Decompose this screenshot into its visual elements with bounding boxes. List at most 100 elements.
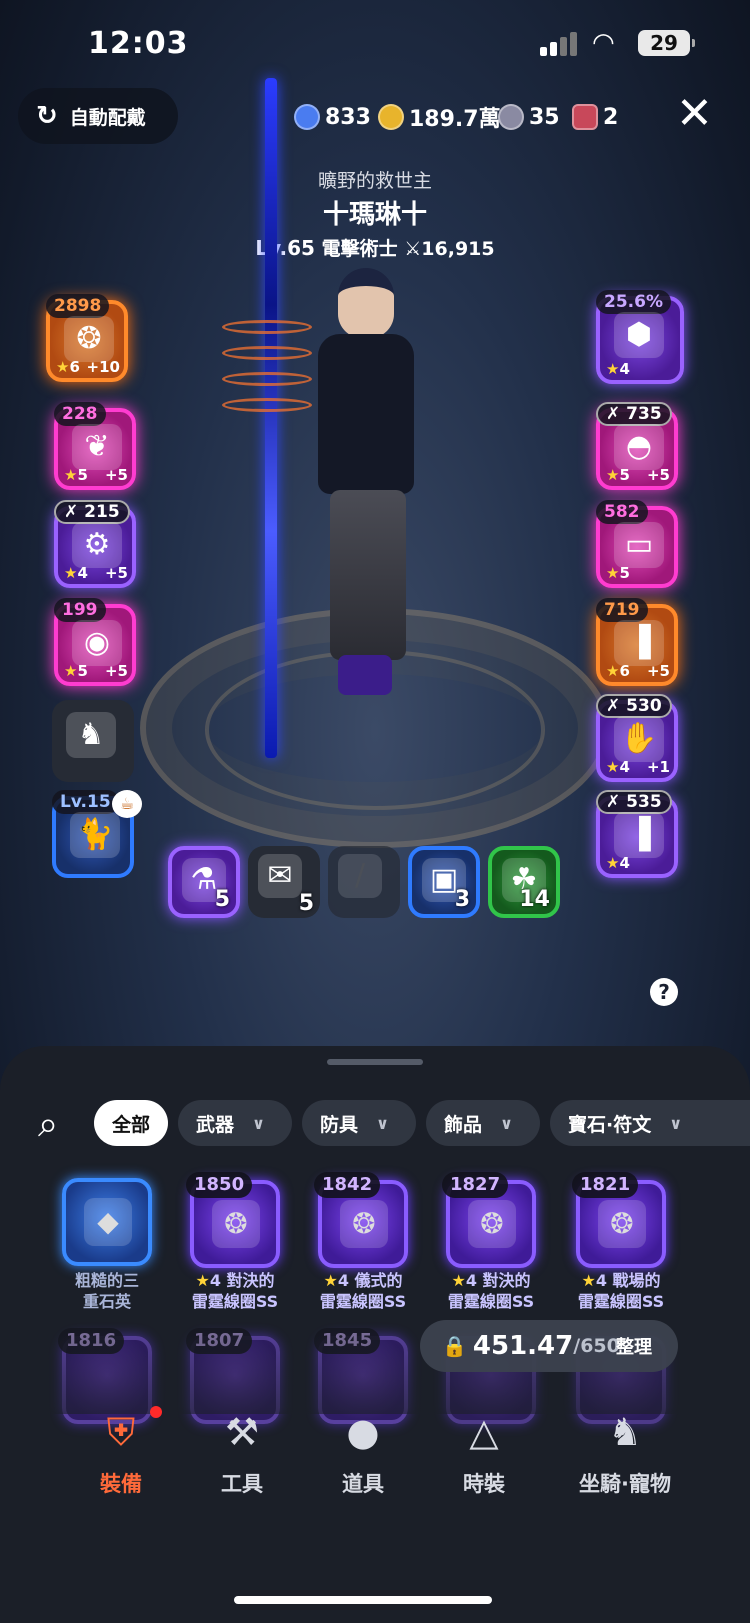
filter-chip-all[interactable]: 全部 xyxy=(94,1100,168,1146)
lightning-staff xyxy=(265,78,277,758)
staff-ring xyxy=(222,372,312,386)
item-count: 3 xyxy=(454,887,470,912)
wifi-icon: ◠ xyxy=(592,28,615,58)
helmet-icon: ◓ xyxy=(614,424,664,470)
staff-ring xyxy=(222,398,312,412)
character-name: 十瑪琳十 xyxy=(322,200,427,230)
inventory-item[interactable]: 1821 ❂ xyxy=(572,1172,666,1268)
item-count: 14 xyxy=(519,887,550,912)
item-name: ★4 對決的 雷霆線圈SS xyxy=(191,1271,279,1311)
boots-icon: ▐ xyxy=(614,812,664,858)
auto-equip-label: 自動配戴 xyxy=(69,106,146,129)
horse-icon: ♞ xyxy=(66,712,116,758)
equip-slot-cube[interactable]: 25.6% ⬢ ★4 xyxy=(596,290,684,384)
nav-tab-items[interactable]: ● 道具 xyxy=(298,1410,428,1498)
item-power-badge: 1821 xyxy=(572,1172,639,1198)
enhance-level: +5 xyxy=(646,466,670,484)
slot-badge: 582 xyxy=(596,500,648,524)
nav-tab-fashion[interactable]: △ 時裝 xyxy=(419,1410,549,1498)
character-shoes xyxy=(338,655,392,695)
slot-badge: ✗ 530 xyxy=(596,694,672,718)
equip-slot-gloves[interactable]: ✗ 530 ✋ ★4 +1 xyxy=(596,694,678,782)
filter-chip-accessory[interactable]: 飾品 ∨ xyxy=(426,1100,540,1146)
item-name: ★4 對決的 雷霆線圈SS xyxy=(447,1271,535,1311)
quick-slot-potion[interactable]: ⚗ 5 xyxy=(168,846,240,918)
equip-slot-weapon[interactable]: 2898 ❂ ★6 +10 xyxy=(46,294,128,382)
inventory-item[interactable]: 1850 ❂ xyxy=(186,1172,280,1268)
currency-mask: 2 xyxy=(572,98,618,136)
slot-badge: ✗ 535 xyxy=(596,790,672,814)
claw-weapon-icon: ❂ xyxy=(340,1200,388,1248)
filter-chip-weapon[interactable]: 武器 ∨ xyxy=(178,1100,292,1146)
chevron-down-icon: ∨ xyxy=(376,1113,390,1133)
refresh-icon: ↻ xyxy=(36,101,58,131)
equip-slot-top[interactable]: 582 ▭ ★5 xyxy=(596,500,678,588)
demon-mask-icon xyxy=(572,104,598,130)
sort-button[interactable]: 整理 xyxy=(616,1333,652,1359)
enhance-level: +5 xyxy=(104,564,128,582)
character-body[interactable] xyxy=(318,334,414,494)
inventory-item[interactable]: 1842 ❂ xyxy=(314,1172,408,1268)
quick-slot-scroll[interactable]: ✉ 5 xyxy=(248,846,320,918)
bag-icon: ● xyxy=(346,1410,380,1454)
empty-slot-icon: ∕ xyxy=(338,854,382,898)
item-name: ★4 儀式的 雷霆線圈SS xyxy=(319,1271,407,1311)
gold-coin-icon xyxy=(378,104,404,130)
slot-badge: 199 xyxy=(54,598,106,622)
nav-tab-equipment[interactable]: ⛨ 裝備 xyxy=(56,1410,186,1498)
crystal-gem-icon: ◆ xyxy=(84,1198,132,1246)
cell-signal-icon xyxy=(540,32,580,56)
inventory-weight-pill: 🔒 451.47 /650 整理 xyxy=(420,1320,678,1372)
item-power-badge: 1842 xyxy=(314,1172,381,1198)
claw-weapon-icon: ❂ xyxy=(212,1200,260,1248)
slot-badge: ✗ 215 xyxy=(54,500,130,524)
cube-icon: ⬢ xyxy=(614,312,664,358)
currency-blue-gem: 833 xyxy=(294,98,371,136)
gloves-icon: ✋ xyxy=(614,716,664,762)
pet-level-badge: Lv.15 xyxy=(52,790,119,814)
equip-slot-boots[interactable]: ✗ 535 ▐ ★4 xyxy=(596,790,678,878)
scroll-icon: ✉ xyxy=(258,854,302,898)
inventory-item[interactable]: 1827 ❂ xyxy=(442,1172,536,1268)
character-info: Lv.65 電擊術士 ⚔16,915 xyxy=(0,234,750,261)
filter-chip-gem-rune[interactable]: 寶石·符文 ∨ xyxy=(550,1100,750,1146)
horse-head-icon: ♞ xyxy=(607,1410,643,1454)
claw-weapon-icon: ❂ xyxy=(598,1200,646,1248)
ring-icon: ◉ xyxy=(72,620,122,666)
armor-top-icon: ▭ xyxy=(614,522,664,568)
quick-slot-food[interactable]: ☘ 14 xyxy=(488,846,560,918)
equip-slot-helmet[interactable]: ✗ 735 ◓ ★5 +5 xyxy=(596,402,678,490)
equip-slot-chain[interactable]: ✗ 215 ⚙ ★4 +5 xyxy=(54,500,136,588)
quick-slot-lantern[interactable]: ▣ 3 xyxy=(408,846,480,918)
staff-ring xyxy=(222,320,312,334)
weight-max: /650 xyxy=(573,1335,620,1357)
auto-equip-button[interactable]: ↻ 自動配戴 xyxy=(18,88,178,144)
inventory-item[interactable]: ◆ xyxy=(62,1178,152,1266)
shield-sword-icon: ⛨ xyxy=(106,1410,136,1454)
mount-slot[interactable]: ♞ xyxy=(52,700,134,782)
slot-badge: 25.6% xyxy=(596,290,671,314)
equip-slot-pants[interactable]: 719 ▐ ★6 +5 xyxy=(596,598,678,686)
battery-indicator: 29 xyxy=(638,30,695,56)
necklace-icon: ❦ xyxy=(72,424,122,470)
filter-chip-armor[interactable]: 防具 ∨ xyxy=(302,1100,416,1146)
combat-power: ⚔16,915 xyxy=(404,238,495,260)
quick-slot-empty[interactable]: ∕ xyxy=(328,846,400,918)
hanger-icon: △ xyxy=(469,1410,499,1454)
close-button[interactable]: ✕ xyxy=(676,92,713,136)
slot-badge: 2898 xyxy=(46,294,110,318)
nav-tab-mount-pet[interactable]: ♞ 坐騎·寵物 xyxy=(560,1410,690,1498)
item-power-badge: 1827 xyxy=(442,1172,509,1198)
nav-tab-tools[interactable]: ⚒ 工具 xyxy=(177,1410,307,1498)
search-icon[interactable]: ⌕ xyxy=(38,1104,58,1146)
enhance-level: +5 xyxy=(104,662,128,680)
item-count: 5 xyxy=(214,887,230,912)
character-legs[interactable] xyxy=(330,490,406,660)
sheet-drag-handle[interactable] xyxy=(327,1059,423,1065)
help-button[interactable]: ? xyxy=(650,978,678,1006)
claw-weapon-icon: ❂ xyxy=(468,1200,516,1248)
equip-slot-necklace[interactable]: 228 ❦ ★5 +5 xyxy=(54,402,136,490)
equip-slot-ring[interactable]: 199 ◉ ★5 +5 xyxy=(54,598,136,686)
armor-pants-icon: ▐ xyxy=(614,620,664,666)
character-head[interactable] xyxy=(338,268,394,338)
